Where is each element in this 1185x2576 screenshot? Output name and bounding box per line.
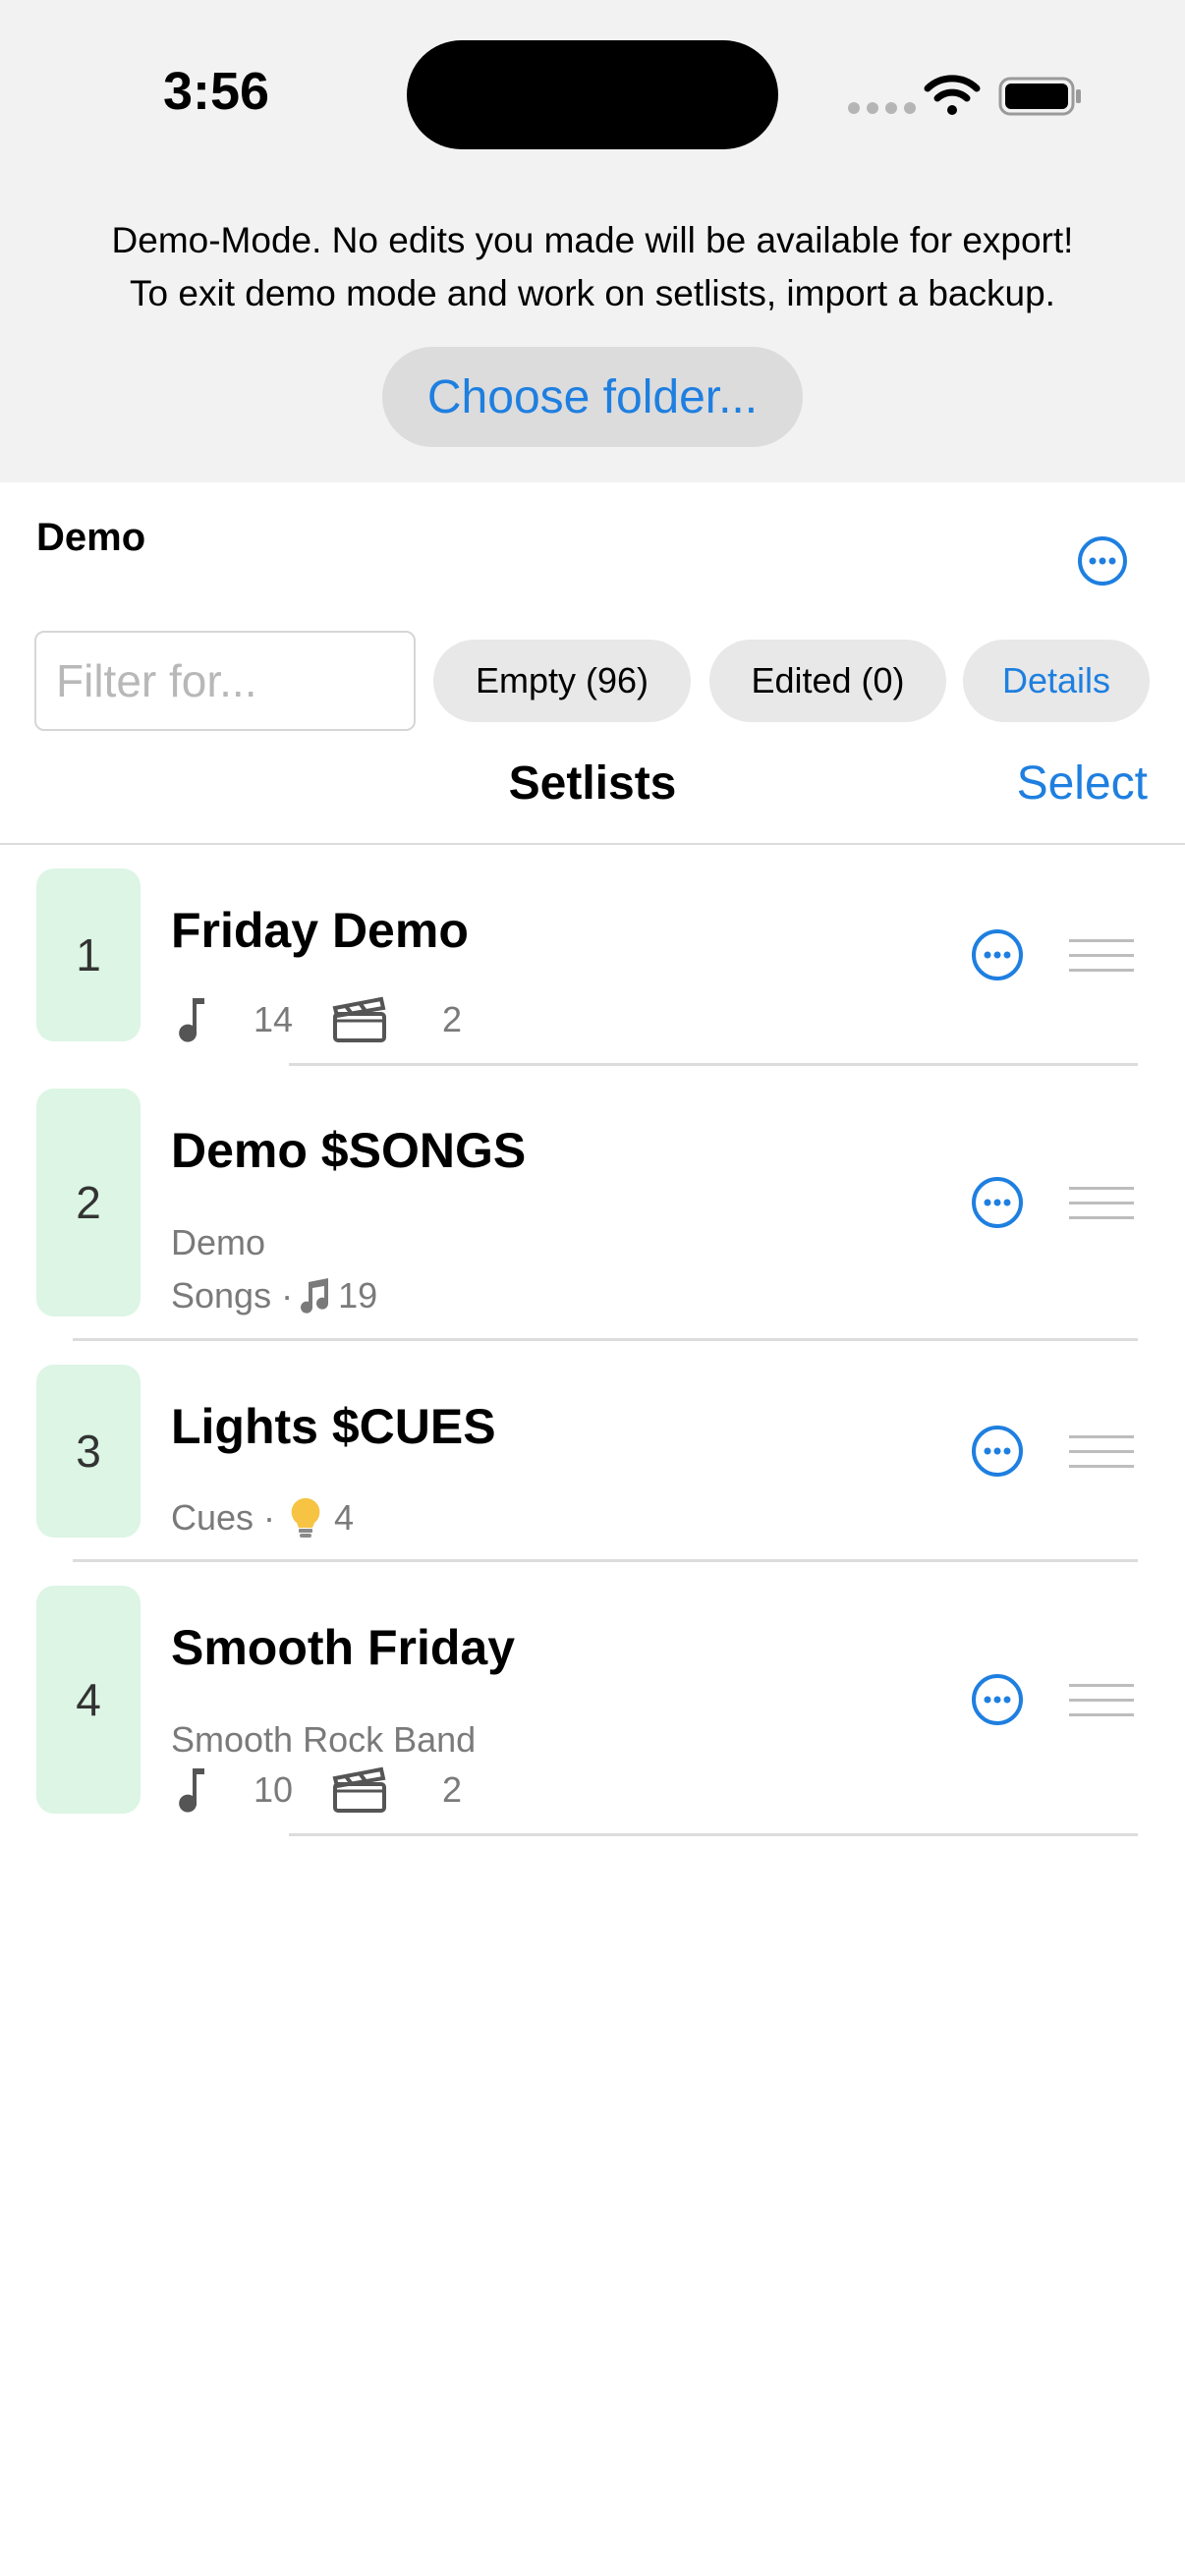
setlist-more-icon[interactable] <box>971 1673 1024 1726</box>
lightbulb-icon <box>291 1497 320 1538</box>
empty-filter-chip[interactable]: Empty (96) <box>433 640 691 722</box>
details-chip[interactable]: Details <box>963 640 1150 722</box>
setlist-number-badge: 2 <box>36 1089 141 1316</box>
meta-prefix: Cues · <box>171 1497 276 1538</box>
setlist-title: Smooth Friday <box>171 1620 516 1675</box>
clapperboard-icon <box>332 996 387 1042</box>
folder-more-icon[interactable] <box>1077 535 1128 587</box>
meta-prefix: Songs · <box>171 1275 294 1316</box>
cue-count: 2 <box>442 999 463 1039</box>
setlist-number-badge: 4 <box>36 1586 141 1814</box>
setlist-more-icon[interactable] <box>971 1425 1024 1478</box>
setlist-meta: Songs · 19 <box>171 1275 377 1316</box>
row-divider <box>73 1338 1138 1341</box>
drag-handle-icon[interactable] <box>1069 938 1134 974</box>
select-button[interactable]: Select <box>1017 756 1148 811</box>
drag-handle-icon[interactable] <box>1069 1683 1134 1718</box>
song-count: 14 <box>254 999 294 1039</box>
setlist-row[interactable]: 1 Friday Demo 14 2 <box>0 868 1185 1066</box>
edited-filter-chip[interactable]: Edited (0) <box>709 640 946 722</box>
battery-icon <box>998 77 1081 116</box>
setlist-title: Demo $SONGS <box>171 1123 527 1178</box>
setlist-more-icon[interactable] <box>971 928 1024 981</box>
music-notes-icon <box>301 1278 329 1314</box>
setlist-title: Lights $CUES <box>171 1399 496 1454</box>
setlist-row[interactable]: 3 Lights $CUES Cues · 4 <box>0 1365 1185 1562</box>
folder-title: Demo <box>36 516 146 559</box>
song-count: 19 <box>338 1275 378 1316</box>
row-divider <box>289 1063 1138 1066</box>
setlist-meta: 10 2 <box>171 1766 462 1814</box>
setlist-subtitle: Smooth Rock Band <box>171 1719 477 1760</box>
cue-count: 2 <box>442 1769 463 1810</box>
setlists-title: Setlists <box>508 757 677 810</box>
drag-handle-icon[interactable] <box>1069 1434 1134 1470</box>
setlist-more-icon[interactable] <box>971 1176 1024 1229</box>
filter-input[interactable] <box>34 631 416 731</box>
music-note-icon <box>179 998 204 1042</box>
setlist-meta: 14 2 <box>171 996 462 1043</box>
setlist-number-badge: 1 <box>36 868 141 1041</box>
clapperboard-icon <box>332 1766 387 1813</box>
setlist-number-badge: 3 <box>36 1365 141 1538</box>
setlist-title: Friday Demo <box>171 903 469 958</box>
setlist-row[interactable]: 4 Smooth Friday Smooth Rock Band 10 2 <box>0 1586 1185 1837</box>
row-divider <box>289 1833 1138 1836</box>
row-divider <box>73 1559 1138 1562</box>
dynamic-island <box>407 40 778 149</box>
choose-folder-button[interactable]: Choose folder... <box>382 347 803 447</box>
header-divider <box>0 843 1185 845</box>
setlist-row[interactable]: 2 Demo $SONGS Demo Songs · 19 <box>0 1089 1185 1341</box>
drag-handle-icon[interactable] <box>1069 1186 1134 1221</box>
wifi-icon <box>924 75 981 115</box>
cellular-signal-icon <box>848 102 916 114</box>
setlist-subtitle: Demo <box>171 1222 266 1262</box>
song-count: 10 <box>254 1769 294 1810</box>
status-time: 3:56 <box>163 62 270 121</box>
demo-notice-line-2: To exit demo mode and work on setlists, … <box>130 273 1055 313</box>
cue-count: 4 <box>334 1497 355 1538</box>
music-note-icon <box>179 1768 204 1813</box>
setlist-meta: Cues · 4 <box>171 1496 354 1540</box>
demo-notice-line-1: Demo-Mode. No edits you made will be ava… <box>111 220 1074 260</box>
demo-mode-notice: Demo-Mode. No edits you made will be ava… <box>0 214 1185 320</box>
